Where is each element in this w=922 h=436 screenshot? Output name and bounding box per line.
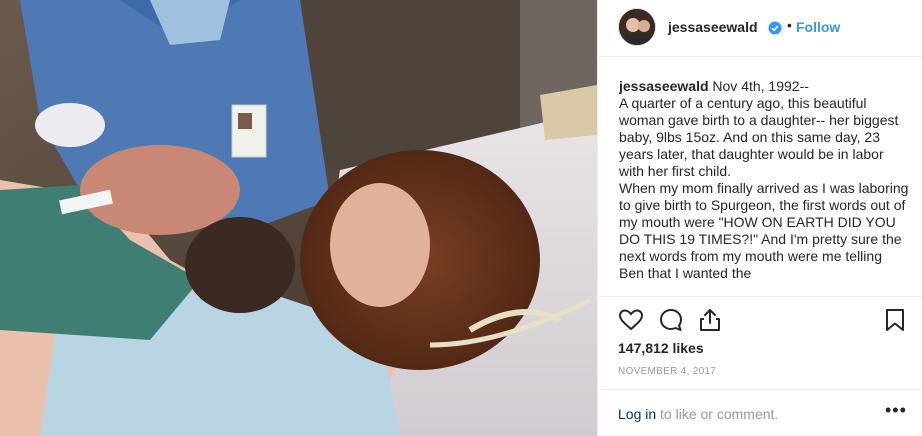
action-bar (598, 296, 922, 340)
post-sidebar: jessaseewald • Follow jessaseewald Nov 4… (597, 0, 922, 436)
login-link[interactable]: Log in (618, 406, 656, 422)
verified-badge-icon (768, 21, 782, 35)
photo-image (0, 0, 597, 436)
post-header: jessaseewald • Follow (598, 0, 922, 57)
caption-line-1: Nov 4th, 1992-- (712, 78, 809, 94)
login-prompt: Log in to like or comment. (618, 406, 778, 422)
comment-icon[interactable] (658, 307, 684, 333)
caption: jessaseewald Nov 4th, 1992-- A quarter o… (619, 78, 909, 292)
follow-button[interactable]: Follow (796, 19, 840, 35)
more-options-icon[interactable]: ••• (885, 400, 907, 421)
separator-dot: • (787, 17, 792, 33)
share-icon[interactable] (697, 307, 723, 333)
post-photo (0, 0, 597, 436)
likes-count[interactable]: 147,812 likes (618, 340, 704, 356)
bookmark-icon[interactable] (882, 307, 908, 333)
username-link[interactable]: jessaseewald (668, 19, 758, 35)
avatar[interactable] (618, 8, 656, 46)
caption-line-3: When my mom finally arrived as I was lab… (619, 180, 909, 281)
caption-line-2: A quarter of a century ago, this beautif… (619, 95, 899, 179)
caption-username[interactable]: jessaseewald (619, 78, 709, 94)
post-date: NOVEMBER 4, 2017 (618, 366, 717, 377)
heart-icon[interactable] (618, 307, 644, 333)
login-rest-text: to like or comment. (656, 406, 779, 422)
comment-footer: Log in to like or comment. ••• (598, 389, 922, 436)
avatar-image (619, 9, 655, 45)
